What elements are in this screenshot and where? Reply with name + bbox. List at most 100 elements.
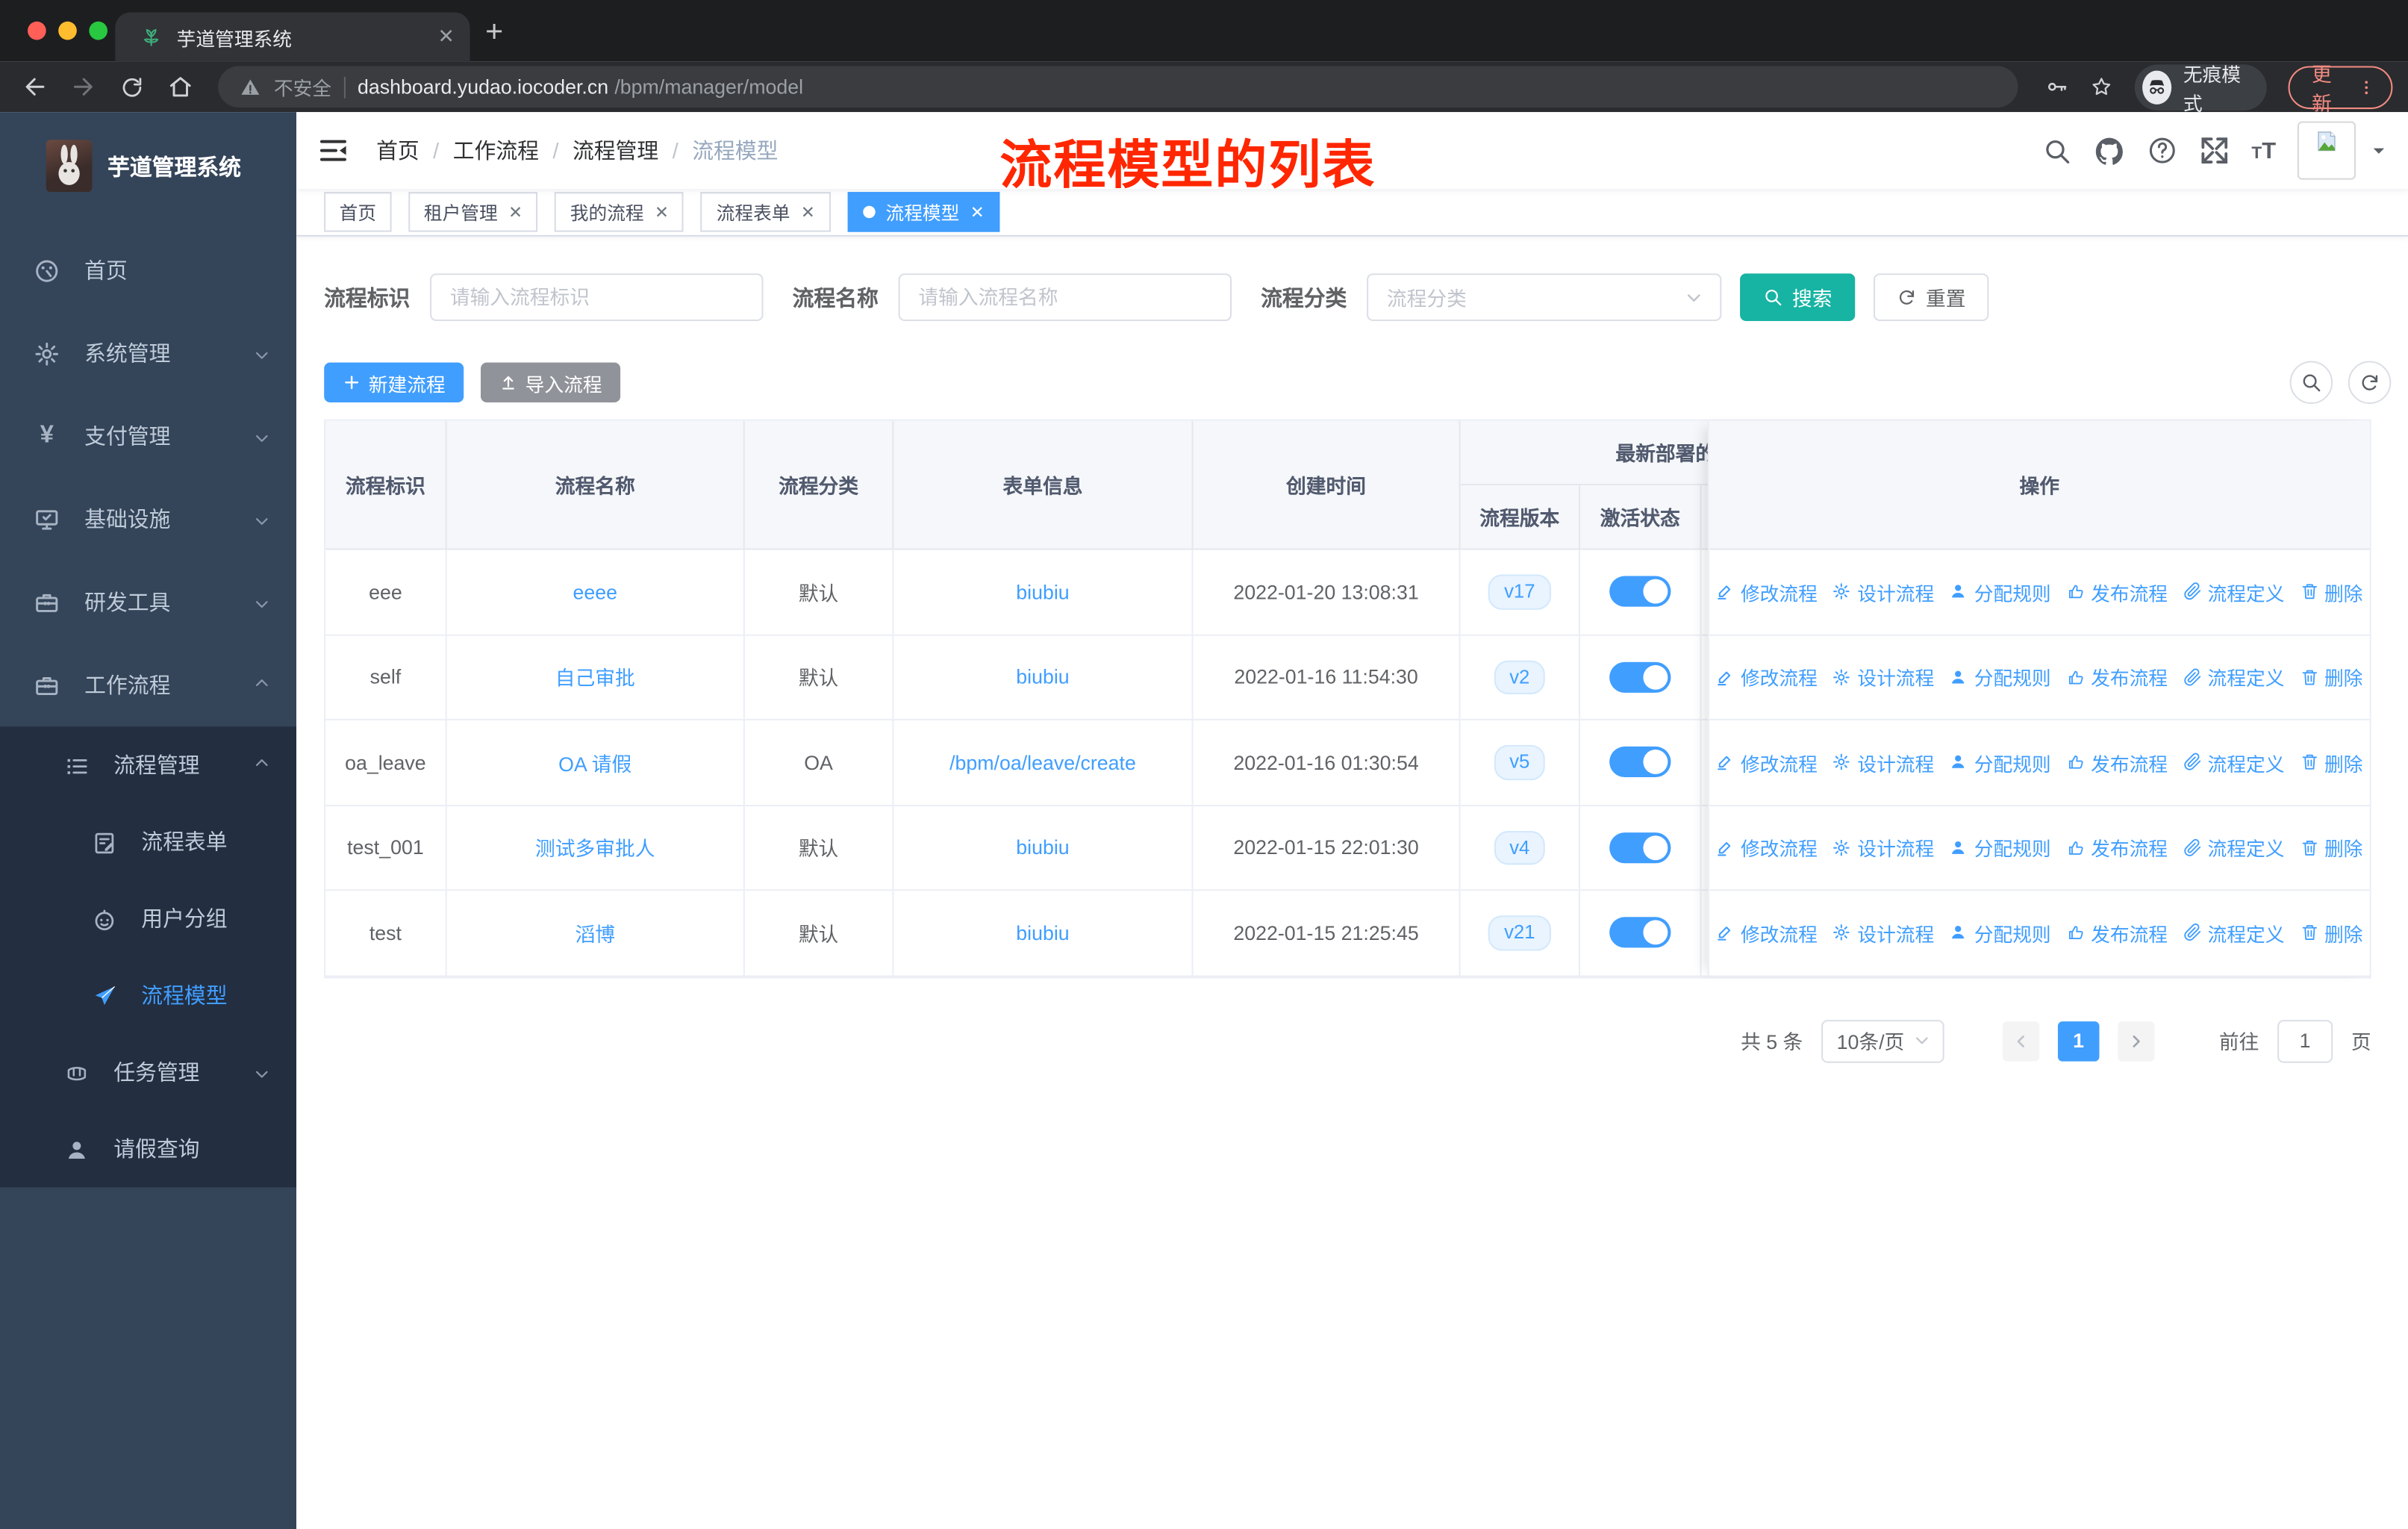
action-design-link[interactable]: 设计流程: [1832, 833, 1934, 862]
action-definition-link[interactable]: 流程定义: [2183, 747, 2284, 776]
view-tab-item[interactable]: 首页: [324, 192, 392, 232]
close-window-button[interactable]: [28, 21, 46, 40]
avatar-caret-icon[interactable]: [2368, 140, 2390, 161]
active-status-toggle[interactable]: [1609, 832, 1671, 863]
reset-button[interactable]: 重置: [1874, 273, 1989, 321]
import-process-button[interactable]: 导入流程: [480, 362, 621, 403]
refresh-table-button[interactable]: [2348, 361, 2392, 405]
active-status-toggle[interactable]: [1609, 576, 1671, 608]
search-button[interactable]: 搜索: [1740, 273, 1856, 321]
filter-id-input[interactable]: [430, 273, 764, 321]
update-button[interactable]: 更新: [2289, 62, 2393, 114]
action-assign-rule-link[interactable]: 分配规则: [1950, 747, 2051, 776]
filter-category-select[interactable]: 流程分类: [1367, 273, 1722, 321]
sidebar-item-yen[interactable]: ¥ 支付管理: [0, 395, 296, 478]
action-delete-link[interactable]: 删除: [2300, 918, 2362, 947]
browser-tab[interactable]: 芋道管理系统 ✕: [115, 12, 470, 62]
cell-process-name-link[interactable]: eeee: [573, 580, 617, 603]
sidebar-item-group[interactable]: 用户分组: [0, 880, 296, 957]
action-publish-link[interactable]: 发布流程: [2066, 833, 2168, 862]
sidebar-item-form[interactable]: 流程表单: [0, 803, 296, 880]
action-delete-link[interactable]: 删除: [2300, 577, 2362, 606]
tab-close-icon[interactable]: ✕: [438, 25, 455, 49]
forward-button[interactable]: [64, 66, 104, 106]
font-size-icon[interactable]: TT: [2251, 137, 2276, 164]
action-edit-link[interactable]: 修改流程: [1716, 747, 1818, 776]
action-design-link[interactable]: 设计流程: [1832, 918, 1934, 947]
cell-form-info-link[interactable]: biubiu: [1016, 836, 1069, 859]
sidebar-item-suitcase[interactable]: 工作流程: [0, 644, 296, 726]
search-icon[interactable]: [2043, 136, 2072, 165]
tab-close-icon[interactable]: ✕: [655, 202, 669, 222]
cell-form-info-link[interactable]: biubiu: [1016, 580, 1069, 603]
version-badge[interactable]: v5: [1494, 744, 1545, 780]
sidebar-item-skein[interactable]: 任务管理: [0, 1034, 296, 1111]
action-edit-link[interactable]: 修改流程: [1716, 833, 1818, 862]
sidebar-item-monitor[interactable]: 基础设施: [0, 478, 296, 561]
action-publish-link[interactable]: 发布流程: [2066, 747, 2168, 776]
action-assign-rule-link[interactable]: 分配规则: [1950, 918, 2051, 947]
action-definition-link[interactable]: 流程定义: [2183, 918, 2284, 947]
tab-close-icon[interactable]: ✕: [508, 202, 523, 222]
active-status-toggle[interactable]: [1609, 917, 1671, 948]
tab-close-icon[interactable]: ✕: [801, 202, 815, 222]
action-design-link[interactable]: 设计流程: [1832, 577, 1934, 606]
bookmark-star-icon[interactable]: [2090, 74, 2112, 100]
prev-page-button[interactable]: [2002, 1021, 2040, 1061]
help-icon[interactable]: [2147, 135, 2177, 166]
maximize-window-button[interactable]: [89, 21, 108, 40]
action-design-link[interactable]: 设计流程: [1832, 662, 1934, 691]
toggle-search-button[interactable]: [2289, 361, 2333, 405]
breadcrumb-item[interactable]: 流程管理: [573, 135, 658, 166]
minimize-window-button[interactable]: [58, 21, 77, 40]
home-button[interactable]: [160, 66, 200, 106]
hamburger-icon[interactable]: [318, 135, 349, 166]
github-icon[interactable]: [2093, 134, 2125, 166]
version-badge[interactable]: v21: [1488, 915, 1551, 950]
active-status-toggle[interactable]: [1609, 661, 1671, 693]
view-tab-active[interactable]: 流程模型 ✕: [847, 192, 1000, 232]
key-icon[interactable]: [2046, 74, 2068, 100]
sidebar-item-briefcase[interactable]: 研发工具: [0, 561, 296, 644]
action-edit-link[interactable]: 修改流程: [1716, 662, 1818, 691]
action-delete-link[interactable]: 删除: [2300, 833, 2362, 862]
action-assign-rule-link[interactable]: 分配规则: [1950, 833, 2051, 862]
tab-close-icon[interactable]: ✕: [970, 202, 985, 222]
filter-name-input[interactable]: [898, 273, 1232, 321]
cell-form-info-link[interactable]: biubiu: [1016, 665, 1069, 688]
fullscreen-icon[interactable]: [2199, 135, 2230, 166]
sidebar-item-tree[interactable]: 流程管理: [0, 726, 296, 803]
view-tab-item[interactable]: 我的流程 ✕: [555, 192, 684, 232]
sidebar-item-person[interactable]: 请假查询: [0, 1111, 296, 1188]
create-process-button[interactable]: 新建流程: [324, 362, 464, 403]
version-badge[interactable]: v4: [1494, 830, 1545, 865]
action-design-link[interactable]: 设计流程: [1832, 747, 1934, 776]
active-status-toggle[interactable]: [1609, 747, 1671, 778]
action-publish-link[interactable]: 发布流程: [2066, 918, 2168, 947]
action-publish-link[interactable]: 发布流程: [2066, 662, 2168, 691]
action-edit-link[interactable]: 修改流程: [1716, 918, 1818, 947]
action-delete-link[interactable]: 删除: [2300, 747, 2362, 776]
cell-process-name-link[interactable]: OA 请假: [558, 747, 631, 776]
action-assign-rule-link[interactable]: 分配规则: [1950, 577, 2051, 606]
page-number-1[interactable]: 1: [2057, 1021, 2100, 1061]
browser-menu-icon[interactable]: [2358, 76, 2376, 98]
page-size-select[interactable]: 10条/页: [1821, 1019, 1944, 1062]
action-publish-link[interactable]: 发布流程: [2066, 577, 2168, 606]
view-tab-item[interactable]: 租户管理 ✕: [408, 192, 538, 232]
sidebar-item-send[interactable]: 流程模型: [0, 957, 296, 1034]
cell-form-info-link[interactable]: /bpm/oa/leave/create: [949, 751, 1136, 774]
breadcrumb-item[interactable]: 工作流程: [453, 135, 539, 166]
new-tab-button[interactable]: +: [485, 16, 503, 51]
cell-process-name-link[interactable]: 自己审批: [555, 662, 635, 691]
action-delete-link[interactable]: 删除: [2300, 662, 2362, 691]
cell-form-info-link[interactable]: biubiu: [1016, 921, 1069, 944]
sidebar-item-dashboard[interactable]: 首页: [0, 229, 296, 312]
version-badge[interactable]: v2: [1494, 659, 1545, 694]
action-definition-link[interactable]: 流程定义: [2183, 577, 2284, 606]
action-edit-link[interactable]: 修改流程: [1716, 577, 1818, 606]
next-page-button[interactable]: [2118, 1021, 2155, 1061]
back-button[interactable]: [16, 66, 55, 106]
version-badge[interactable]: v17: [1488, 574, 1551, 609]
cell-process-name-link[interactable]: 滔博: [575, 918, 615, 947]
